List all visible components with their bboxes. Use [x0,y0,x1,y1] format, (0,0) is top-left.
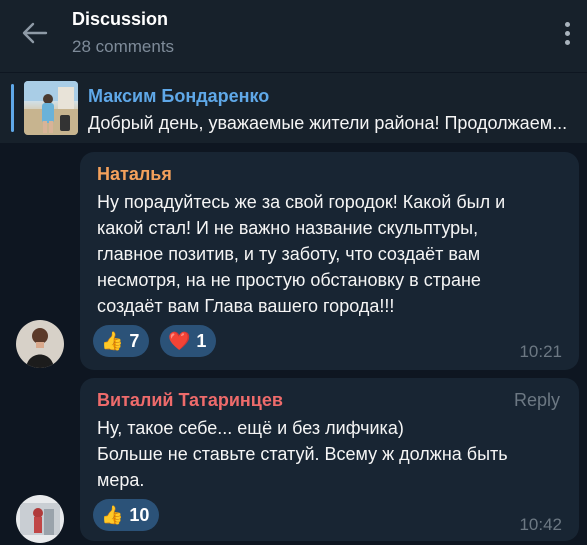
heart-icon: ❤️ [168,331,191,351]
arrow-left-icon [22,22,48,44]
pinned-text: Добрый день, уважаемые жители района! Пр… [88,113,568,133]
reaction-thumbs-up[interactable]: 👍 7 [93,325,150,357]
post-thumbnail [24,81,78,135]
reaction-thumbs-up[interactable]: 👍 10 [93,499,160,531]
avatar[interactable] [16,495,64,543]
avatar[interactable] [16,320,64,368]
more-options-button[interactable] [557,18,577,48]
thumbs-up-icon: 👍 [101,331,124,351]
message-time: 10:42 [519,515,562,534]
message-line: какой стал! И не важно название скульпту… [97,218,479,238]
message-line: Ну порадуйтесь же за свой городок! Какой… [97,192,506,212]
message-line: несмотря, на не простую обстановку в стр… [97,270,481,290]
quote-bar [11,84,14,132]
message-bubble: Виталий Татаринцев Reply Ну, такое себе.… [80,378,579,541]
header-subtitle: 28 comments [72,37,175,56]
back-button[interactable] [20,18,50,48]
more-vertical-icon [564,21,570,27]
message-line: Ну, такое себе... ещё и без лифчика) [97,418,404,438]
reaction-heart[interactable]: ❤️ 1 [160,325,217,357]
message-line: мера. [97,470,145,490]
reaction-count: 10 [129,504,150,525]
thumbs-up-icon: 👍 [101,505,124,525]
reaction-count: 1 [196,330,207,351]
message-time: 10:21 [519,342,562,361]
message-bubble: Наталья Ну порадуйтесь же за свой городо… [80,152,579,370]
chat-header: Discussion 28 comments [0,0,587,72]
message-author[interactable]: Виталий Татаринцев [97,390,283,411]
reply-button[interactable]: Reply [514,390,560,411]
message-line: Больше не ставьте статуй. Всему ж должна… [97,444,508,464]
header-title: Discussion [72,9,169,29]
pinned-post[interactable]: Максим Бондаренко Добрый день, уважаемые… [0,72,587,143]
message-line: главное позитив, и ту заботу, что создаё… [97,244,481,264]
message-author[interactable]: Наталья [97,164,172,185]
reaction-count: 7 [129,330,140,351]
pinned-author: Максим Бондаренко [88,86,270,106]
message-line: создаёт вам Глава вашего города!!! [97,296,395,316]
